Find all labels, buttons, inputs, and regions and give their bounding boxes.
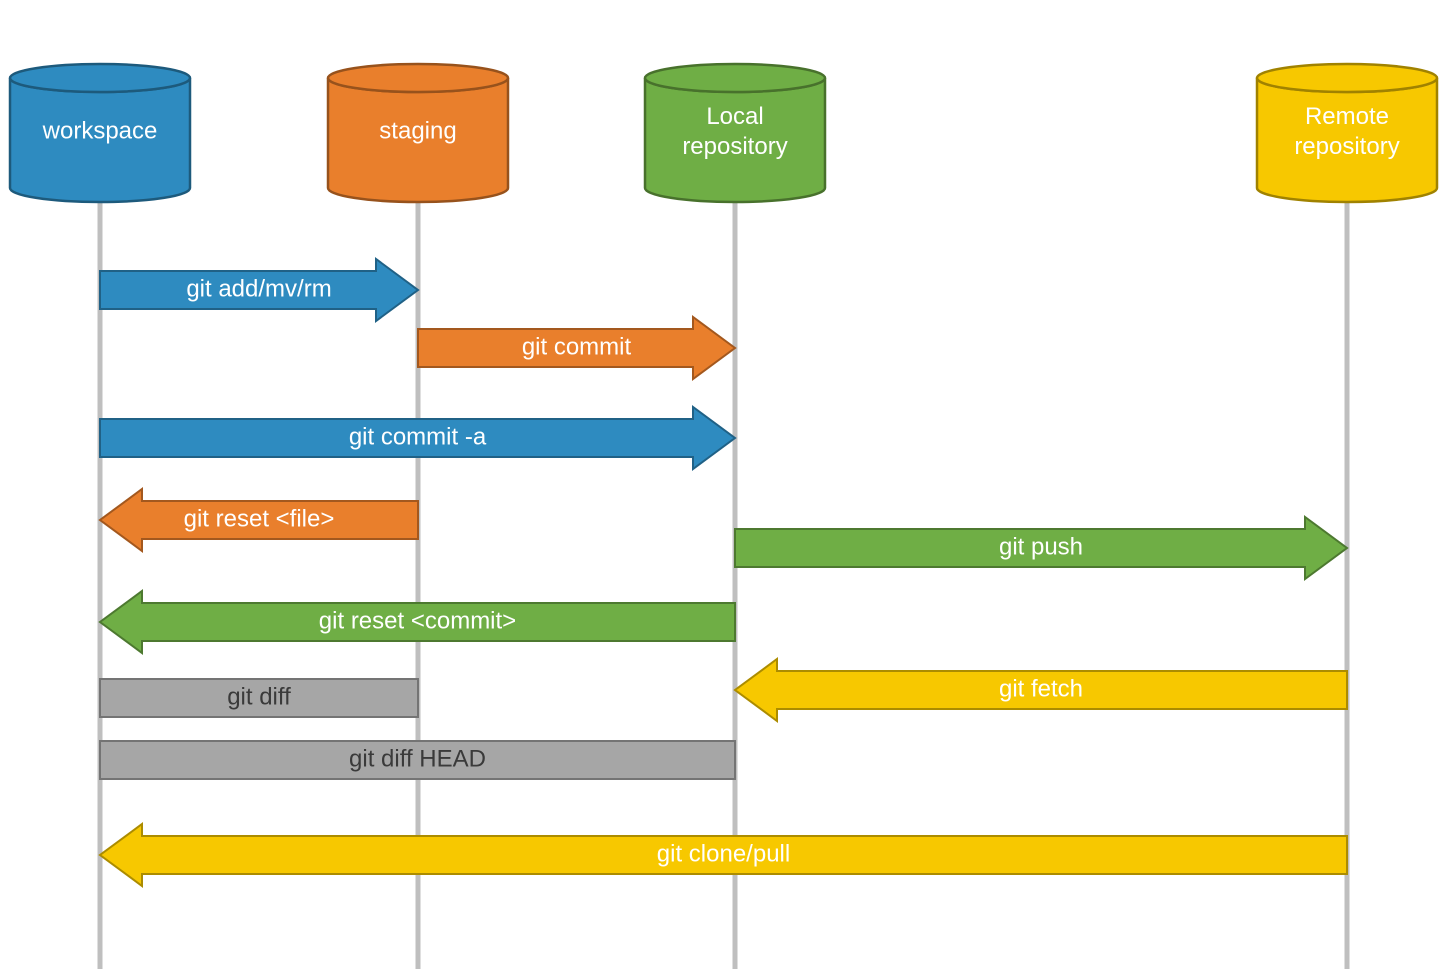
cylinder-label1-local: Local	[706, 103, 763, 130]
cylinder-label2-remote: repository	[1294, 133, 1399, 160]
arrow-label-git-fetch: git fetch	[999, 675, 1083, 702]
arrow-git-clone-pull: git clone/pull	[100, 824, 1347, 886]
arrow-git-fetch: git fetch	[735, 659, 1347, 721]
cylinder-label1-staging: staging	[379, 118, 456, 145]
arrow-label-git-commit-a: git commit -a	[349, 423, 487, 450]
arrow-label-git-add: git add/mv/rm	[186, 275, 331, 302]
cylinder-label1-workspace: workspace	[42, 118, 158, 145]
arrow-label-git-commit: git commit	[522, 333, 632, 360]
cylinder-label2-local: repository	[682, 133, 787, 160]
arrow-git-add: git add/mv/rm	[100, 259, 418, 321]
arrow-git-push: git push	[735, 517, 1347, 579]
arrow-git-reset-file: git reset <file>	[100, 489, 418, 551]
cylinder-staging: staging	[328, 64, 508, 202]
cylinder-local: Local repository	[645, 64, 825, 202]
arrow-label-git-reset-commit: git reset <commit>	[319, 607, 516, 634]
arrow-label-git-reset-file: git reset <file>	[184, 505, 335, 532]
bar-git-diff: git diff	[100, 679, 418, 717]
arrow-label-git-push: git push	[999, 533, 1083, 560]
bar-git-diff-head: git diff HEAD	[100, 741, 735, 779]
bar-label-git-diff: git diff	[227, 683, 291, 710]
cylinder-remote: Remote repository	[1257, 64, 1437, 202]
cylinder-workspace: workspace	[10, 64, 190, 202]
bar-label-git-diff-head: git diff HEAD	[349, 745, 486, 772]
arrow-git-commit: git commit	[418, 317, 735, 379]
cylinder-label1-remote: Remote	[1305, 103, 1389, 130]
arrow-label-git-clone-pull: git clone/pull	[657, 840, 790, 867]
